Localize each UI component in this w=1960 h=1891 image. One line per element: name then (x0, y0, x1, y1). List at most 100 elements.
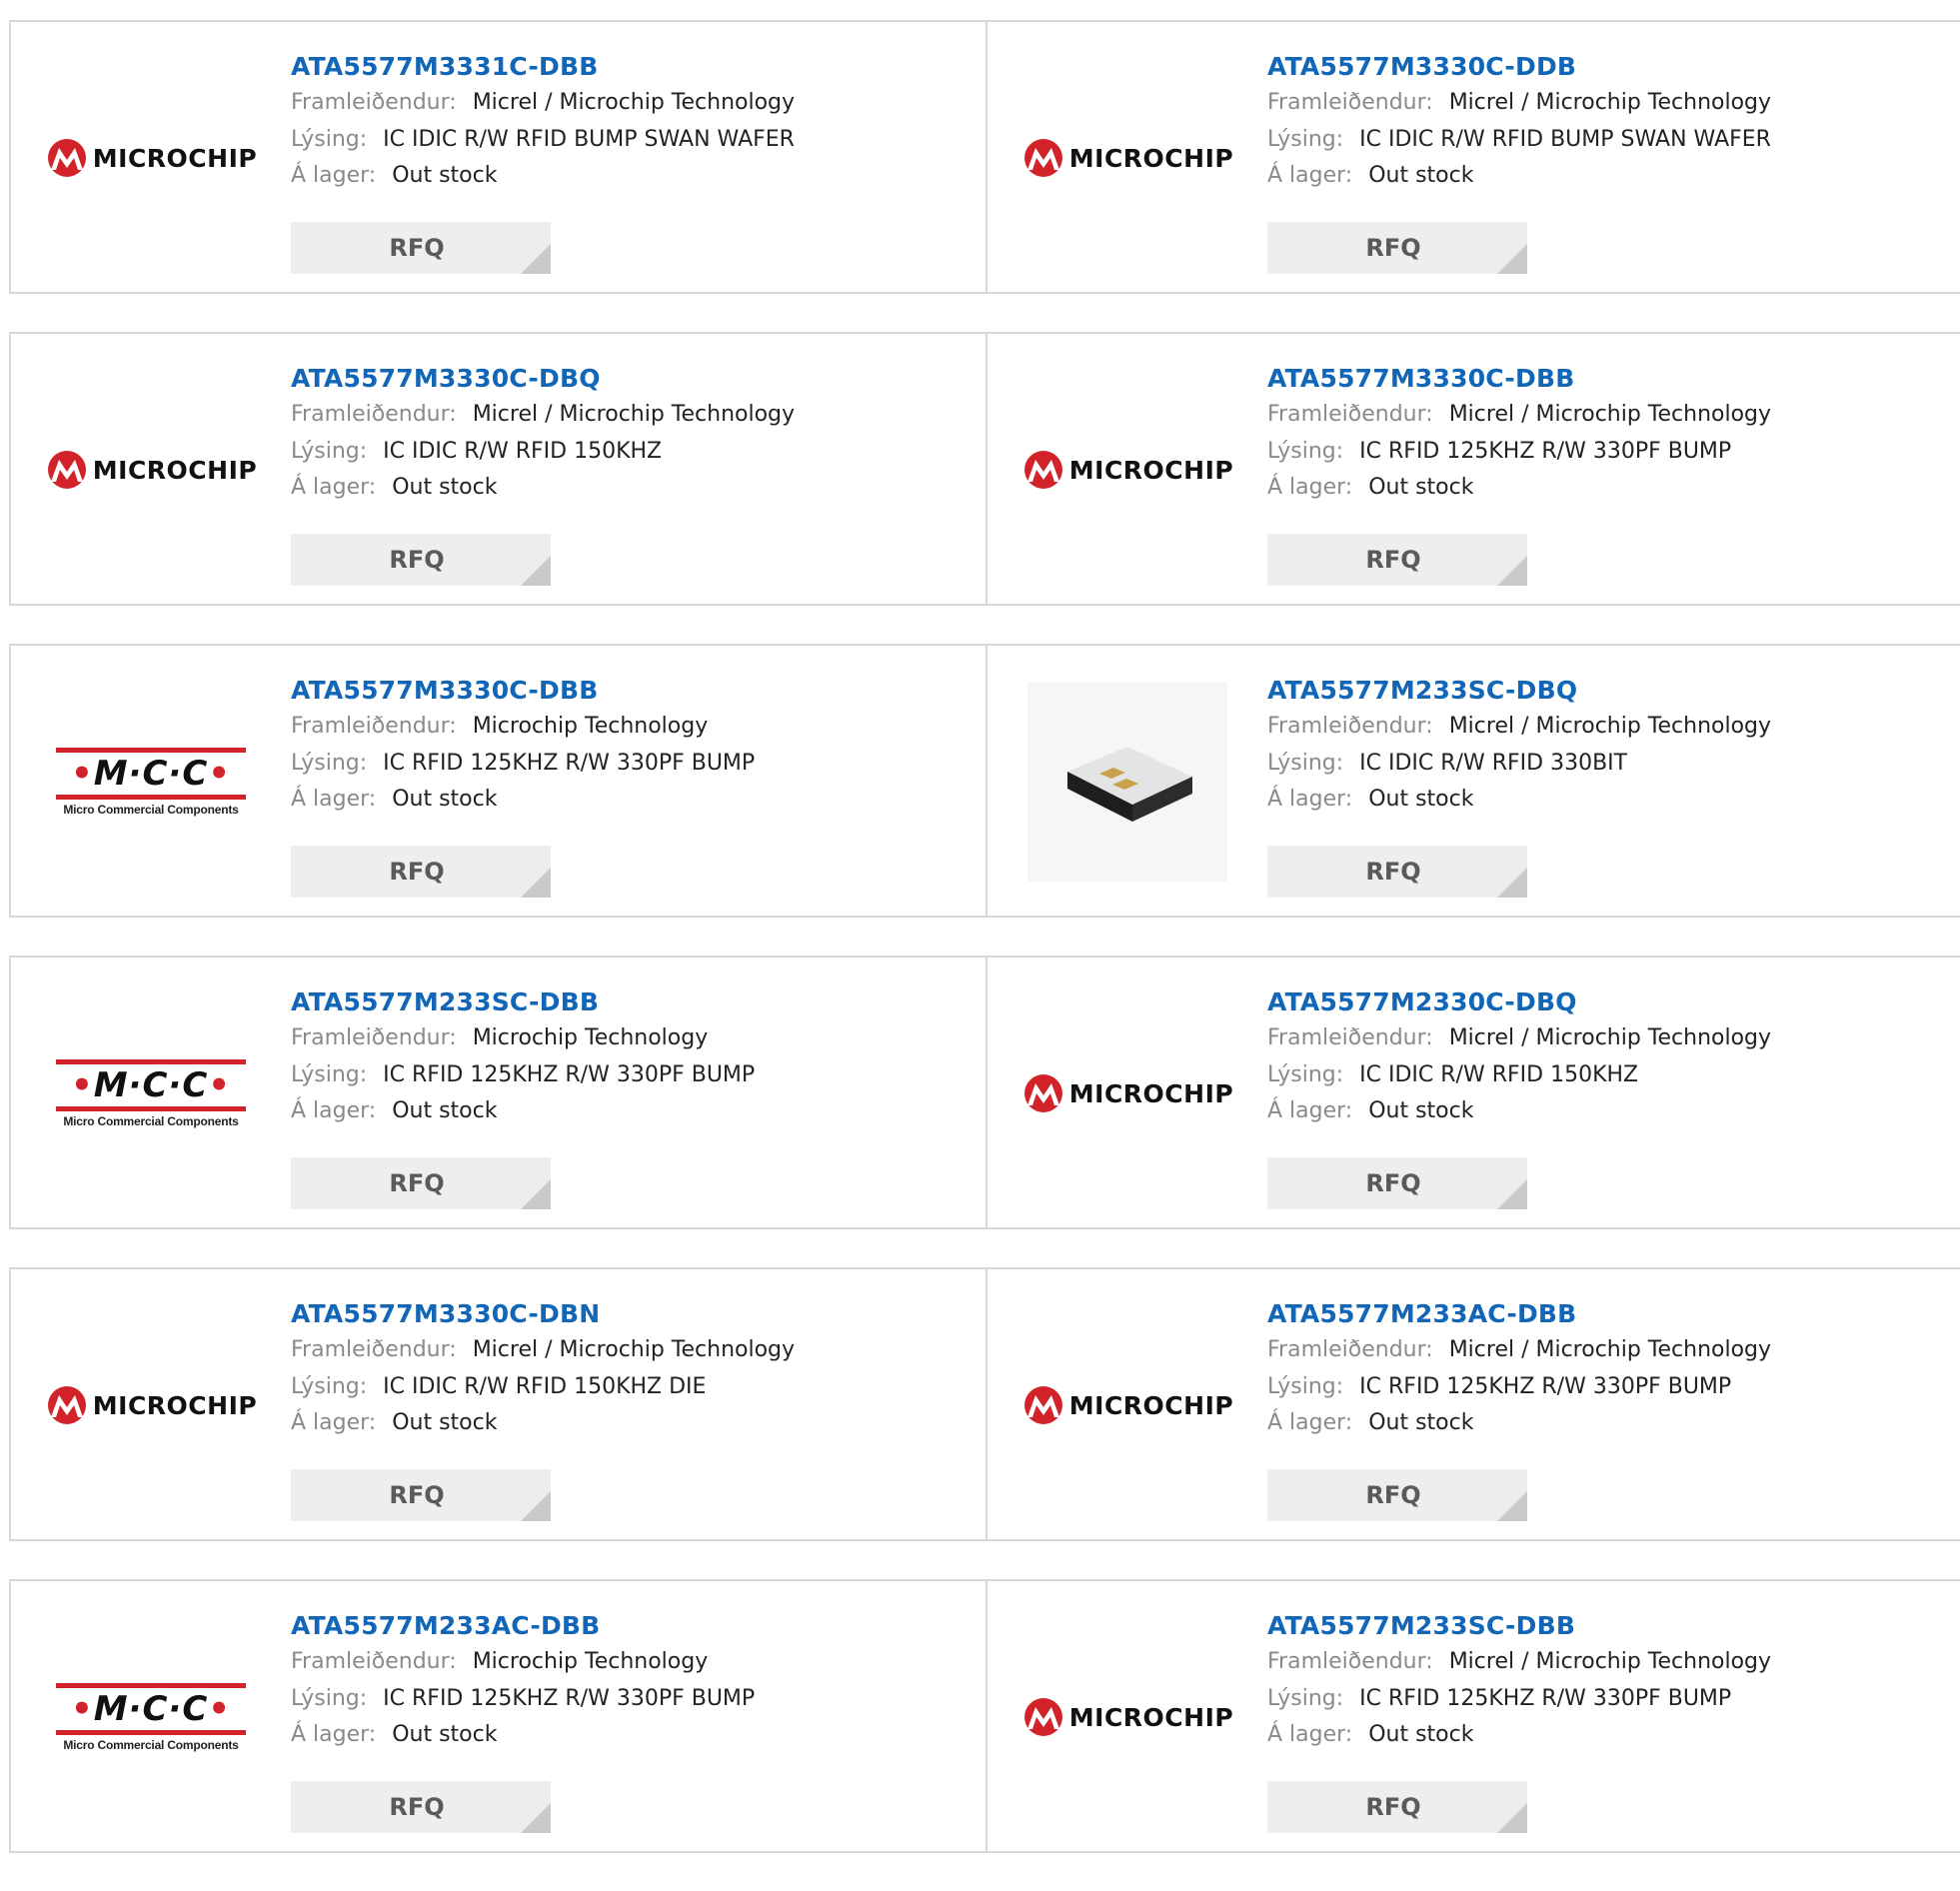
part-number-link[interactable]: ATA5577M233SC-DBB (291, 985, 755, 1019)
description-label: Lýsing: (291, 127, 368, 152)
manufacturer-line: Framleiðendur: Micrel / Microchip Technol… (1267, 708, 1771, 745)
stock-label: Á lager: (291, 1098, 377, 1123)
stock-line: Á lager: Out stock (291, 1717, 755, 1753)
manufacturer-logo[interactable]: MICROCHIP (1023, 58, 1233, 258)
microchip-logo-text: MICROCHIP (92, 143, 258, 173)
rfq-button-label: RFQ (389, 1169, 445, 1197)
rfq-button[interactable]: RFQ (1267, 1781, 1527, 1833)
description-line: Lýsing: IC RFID 125KHZ R/W 330PF BUMP (291, 1680, 755, 1717)
part-number-link[interactable]: ATA5577M3330C-DDB (1267, 50, 1771, 84)
manufacturer-logo[interactable]: •M·C·C• Micro Commercial Components (51, 682, 251, 882)
stock-label: Á lager: (291, 1410, 377, 1435)
corner-fold-icon (1497, 1803, 1527, 1833)
manufacturer-line: Framleiðendur: Micrel / Microchip Technol… (291, 84, 795, 121)
manufacturer-logo[interactable]: •M·C·C• Micro Commercial Components (51, 1617, 251, 1817)
manufacturer-label: Framleiðendur: (291, 714, 457, 739)
product-card: MICROCHIP ATA5577M3330C-DBN Framleiðendu… (11, 1269, 985, 1539)
manufacturer-line: Framleiðendur: Microchip Technology (291, 1019, 755, 1056)
manufacturer-line: Framleiðendur: Micrel / Microchip Technol… (1267, 396, 1771, 433)
stock-value: Out stock (1368, 1410, 1474, 1435)
rfq-button[interactable]: RFQ (1267, 534, 1527, 586)
part-number-link[interactable]: ATA5577M3330C-DBB (1267, 362, 1771, 396)
stock-line: Á lager: Out stock (291, 158, 795, 194)
microchip-logo-icon (47, 451, 86, 489)
manufacturer-line: Framleiðendur: Micrel / Microchip Technol… (291, 1331, 795, 1368)
rfq-button-label: RFQ (389, 546, 445, 574)
product-card: MICROCHIP ATA5577M233AC-DBB Framleiðendu… (985, 1269, 1960, 1539)
rfq-button[interactable]: RFQ (291, 1157, 551, 1209)
product-card: MICROCHIP ATA5577M3330C-DBQ Framleiðendu… (11, 334, 985, 604)
stock-label: Á lager: (1267, 163, 1353, 188)
description-line: Lýsing: IC IDIC R/W RFID 150KHZ (291, 433, 795, 470)
description-label: Lýsing: (291, 1062, 368, 1087)
description-value: IC RFID 125KHZ R/W 330PF BUMP (1359, 439, 1732, 464)
manufacturer-logo[interactable]: MICROCHIP (1023, 1305, 1233, 1505)
rfq-button[interactable]: RFQ (291, 1781, 551, 1833)
manufacturer-logo[interactable]: MICROCHIP (47, 58, 257, 258)
rfq-button[interactable]: RFQ (1267, 1469, 1527, 1521)
manufacturer-label: Framleiðendur: (1267, 1337, 1433, 1362)
stock-line: Á lager: Out stock (1267, 1093, 1771, 1129)
part-number-link[interactable]: ATA5577M233AC-DBB (1267, 1297, 1771, 1331)
chip-package-icon (1067, 747, 1192, 822)
mcc-logo-subtitle: Micro Commercial Components (63, 1113, 239, 1128)
rfq-button-label: RFQ (389, 234, 445, 262)
manufacturer-logo[interactable]: MICROCHIP (1023, 1617, 1233, 1817)
stock-label: Á lager: (291, 475, 377, 500)
manufacturer-value: Micrel / Microchip Technology (1448, 1649, 1772, 1674)
description-value: IC IDIC R/W RFID 150KHZ (383, 439, 663, 464)
microchip-logo-icon (1023, 1386, 1062, 1424)
manufacturer-label: Framleiðendur: (291, 402, 457, 427)
description-line: Lýsing: IC IDIC R/W RFID BUMP SWAN WAFER (1267, 121, 1771, 158)
chip-package-image (1027, 682, 1227, 882)
manufacturer-label: Framleiðendur: (1267, 1649, 1433, 1674)
manufacturer-line: Framleiðendur: Micrel / Microchip Technol… (1267, 1019, 1771, 1056)
product-card: MICROCHIP ATA5577M3330C-DBB Framleiðendu… (985, 334, 1960, 604)
rfq-button[interactable]: RFQ (1267, 846, 1527, 898)
manufacturer-logo[interactable] (1027, 682, 1227, 882)
manufacturer-logo[interactable]: MICROCHIP (1023, 370, 1233, 570)
rfq-button[interactable]: RFQ (1267, 222, 1527, 274)
corner-fold-icon (1497, 1491, 1527, 1521)
rfq-button[interactable]: RFQ (291, 846, 551, 898)
description-line: Lýsing: IC RFID 125KHZ R/W 330PF BUMP (1267, 433, 1771, 470)
manufacturer-value: Micrel / Microchip Technology (1448, 402, 1772, 427)
stock-line: Á lager: Out stock (1267, 1405, 1771, 1441)
part-number-link[interactable]: ATA5577M3330C-DBN (291, 1297, 795, 1331)
rfq-button-label: RFQ (1365, 858, 1421, 886)
rfq-button[interactable]: RFQ (1267, 1157, 1527, 1209)
mcc-logo-letters: •M·C·C• (70, 753, 232, 794)
rfq-button[interactable]: RFQ (291, 222, 551, 274)
stock-line: Á lager: Out stock (291, 1405, 795, 1441)
stock-label: Á lager: (291, 163, 377, 188)
part-number-link[interactable]: ATA5577M2330C-DBQ (1267, 985, 1771, 1019)
manufacturer-label: Framleiðendur: (1267, 714, 1433, 739)
part-number-link[interactable]: ATA5577M233SC-DBQ (1267, 674, 1771, 708)
corner-fold-icon (1497, 556, 1527, 586)
rfq-button[interactable]: RFQ (291, 1469, 551, 1521)
rfq-button[interactable]: RFQ (291, 534, 551, 586)
manufacturer-line: Framleiðendur: Micrel / Microchip Technol… (291, 396, 795, 433)
manufacturer-logo[interactable]: MICROCHIP (47, 370, 257, 570)
manufacturer-logo[interactable]: MICROCHIP (47, 1305, 257, 1505)
manufacturer-value: Microchip Technology (472, 1649, 709, 1674)
stock-line: Á lager: Out stock (291, 782, 755, 818)
description-value: IC RFID 125KHZ R/W 330PF BUMP (383, 1686, 756, 1711)
part-number-link[interactable]: ATA5577M3330C-DBB (291, 674, 755, 708)
microchip-logo: MICROCHIP (1021, 1697, 1233, 1737)
part-number-link[interactable]: ATA5577M3331C-DBB (291, 50, 795, 84)
part-number-link[interactable]: ATA5577M233SC-DBB (1267, 1609, 1771, 1643)
description-value: IC IDIC R/W RFID 150KHZ DIE (383, 1374, 707, 1399)
part-number-link[interactable]: ATA5577M3330C-DBQ (291, 362, 795, 396)
part-number-link[interactable]: ATA5577M233AC-DBB (291, 1609, 755, 1643)
rfq-button-label: RFQ (1365, 1793, 1421, 1821)
product-card: MICROCHIP ATA5577M233SC-DBB Framleiðendu… (985, 1581, 1960, 1851)
corner-fold-icon (1497, 868, 1527, 898)
description-value: IC RFID 125KHZ R/W 330PF BUMP (383, 751, 756, 776)
product-row: •M·C·C• Micro Commercial Components ATA5… (9, 1579, 1960, 1853)
manufacturer-logo[interactable]: MICROCHIP (1023, 993, 1233, 1193)
manufacturer-value: Micrel / Microchip Technology (1448, 1025, 1772, 1050)
mcc-logo-bottom-bar (56, 1729, 246, 1735)
manufacturer-logo[interactable]: •M·C·C• Micro Commercial Components (51, 993, 251, 1193)
mcc-logo: •M·C·C• Micro Commercial Components (53, 747, 249, 817)
